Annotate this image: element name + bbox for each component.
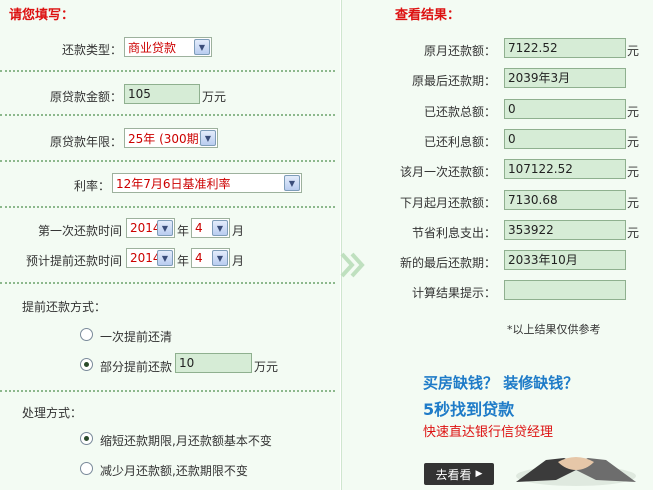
rate-label: 利率： bbox=[73, 179, 110, 193]
first-repay-year-select[interactable]: 2014 ▼ bbox=[126, 218, 175, 238]
result-field[interactable]: 2033年10月 bbox=[504, 250, 626, 270]
result-label: 已还款总额： bbox=[423, 105, 496, 119]
result-field[interactable]: 0 bbox=[504, 129, 626, 149]
loan-amount-input[interactable]: 105 bbox=[124, 84, 200, 104]
chevron-down-icon: ▼ bbox=[284, 175, 300, 191]
divider bbox=[0, 390, 335, 392]
result-unit: 元 bbox=[627, 226, 640, 240]
prepay-method-title: 提前还款方式： bbox=[22, 300, 107, 314]
first-repay-year-unit: 年 bbox=[177, 224, 190, 238]
repay-type-select[interactable]: 商业贷款 ▼ bbox=[124, 37, 212, 57]
chevron-down-icon: ▼ bbox=[212, 220, 228, 236]
rate-select[interactable]: 12年7月6日基准利率 ▼ bbox=[112, 173, 302, 193]
prepay-full-label: 一次提前还清 bbox=[100, 330, 173, 344]
chevron-down-icon: ▼ bbox=[157, 250, 173, 266]
result-panel-title: 查看结果： bbox=[395, 8, 461, 23]
result-label: 新的最后还款期： bbox=[399, 256, 496, 270]
plan-prepay-month-value: 4 bbox=[195, 251, 203, 265]
ad-subheadline: 5秒找到贷款 bbox=[423, 400, 515, 419]
plan-prepay-year-value: 2014 bbox=[130, 251, 157, 265]
result-label: 原最后还款期： bbox=[411, 74, 496, 88]
divider bbox=[0, 206, 335, 208]
handling-reduce-radio[interactable] bbox=[80, 462, 93, 475]
prepay-full-radio[interactable] bbox=[80, 328, 93, 341]
divider bbox=[0, 70, 335, 72]
input-panel-title: 请您填写： bbox=[9, 8, 75, 23]
prepay-partial-input[interactable]: 10 bbox=[175, 353, 252, 373]
first-repay-label: 第一次还款时间 bbox=[37, 224, 122, 238]
handling-shorten-label: 缩短还款期限,月还款额基本不变 bbox=[100, 434, 272, 448]
handling-reduce-label: 减少月还款额,还款期限不变 bbox=[100, 464, 248, 478]
loan-amount-label: 原贷款金额： bbox=[49, 90, 122, 104]
result-label: 原月还款额： bbox=[423, 44, 496, 58]
result-note: *以上结果仅供参考 bbox=[507, 323, 601, 336]
loan-amount-unit: 万元 bbox=[202, 90, 227, 104]
result-label: 计算结果提示： bbox=[411, 286, 496, 300]
plan-prepay-label: 预计提前还款时间 bbox=[25, 254, 122, 268]
result-field[interactable]: 2039年3月 bbox=[504, 68, 626, 88]
handshake-icon bbox=[516, 457, 636, 486]
chevron-down-icon: ▼ bbox=[200, 130, 216, 146]
go-see-button[interactable]: 去看看 ▶ bbox=[424, 463, 494, 485]
result-field[interactable]: 7122.52 bbox=[504, 38, 626, 58]
divider bbox=[0, 114, 335, 116]
result-unit: 元 bbox=[627, 196, 640, 210]
result-field[interactable]: 0 bbox=[504, 99, 626, 119]
result-label: 该月一次还款额： bbox=[399, 165, 496, 179]
plan-prepay-month-select[interactable]: 4 ▼ bbox=[191, 248, 230, 268]
ad-headline: 买房缺钱？ 装修缺钱？ bbox=[423, 374, 579, 392]
prepay-partial-radio[interactable] bbox=[80, 358, 93, 371]
prepay-partial-unit: 万元 bbox=[254, 360, 279, 374]
play-triangle-icon: ▶ bbox=[475, 469, 483, 479]
first-repay-year-value: 2014 bbox=[130, 221, 157, 235]
result-field[interactable]: 7130.68 bbox=[504, 190, 626, 210]
plan-prepay-year-select[interactable]: 2014 ▼ bbox=[126, 248, 175, 268]
loan-term-value: 25年 (300期) bbox=[128, 131, 200, 146]
prepay-partial-label: 部分提前还款 bbox=[100, 360, 173, 374]
chevron-down-icon: ▼ bbox=[194, 39, 210, 55]
result-field[interactable]: 107122.52 bbox=[504, 159, 626, 179]
result-field[interactable] bbox=[504, 280, 626, 300]
chevron-down-icon: ▼ bbox=[212, 250, 228, 266]
first-repay-month-value: 4 bbox=[195, 221, 203, 235]
first-repay-month-unit: 月 bbox=[232, 224, 245, 238]
result-unit: 元 bbox=[627, 44, 640, 58]
chevron-down-icon: ▼ bbox=[157, 220, 173, 236]
plan-prepay-month-unit: 月 bbox=[232, 254, 245, 268]
result-unit: 元 bbox=[627, 165, 640, 179]
handling-shorten-radio[interactable] bbox=[80, 432, 93, 445]
rate-value: 12年7月6日基准利率 bbox=[116, 176, 231, 191]
result-unit: 元 bbox=[627, 135, 640, 149]
handling-title: 处理方式： bbox=[22, 406, 83, 420]
divider bbox=[0, 282, 335, 284]
result-label: 下月起月还款额： bbox=[399, 196, 496, 210]
first-repay-month-select[interactable]: 4 ▼ bbox=[191, 218, 230, 238]
result-label: 已还利息额： bbox=[423, 135, 496, 149]
plan-prepay-year-unit: 年 bbox=[177, 254, 190, 268]
loan-term-select[interactable]: 25年 (300期) ▼ bbox=[124, 128, 218, 148]
result-label: 节省利息支出： bbox=[411, 226, 496, 240]
repay-type-value: 商业贷款 bbox=[128, 40, 177, 55]
result-field[interactable]: 353922 bbox=[504, 220, 626, 240]
loan-term-label: 原贷款年限： bbox=[49, 135, 122, 149]
result-unit: 元 bbox=[627, 105, 640, 119]
repay-type-label: 还款类型： bbox=[61, 43, 122, 57]
go-see-label: 去看看 bbox=[435, 467, 472, 482]
divider bbox=[0, 160, 335, 162]
